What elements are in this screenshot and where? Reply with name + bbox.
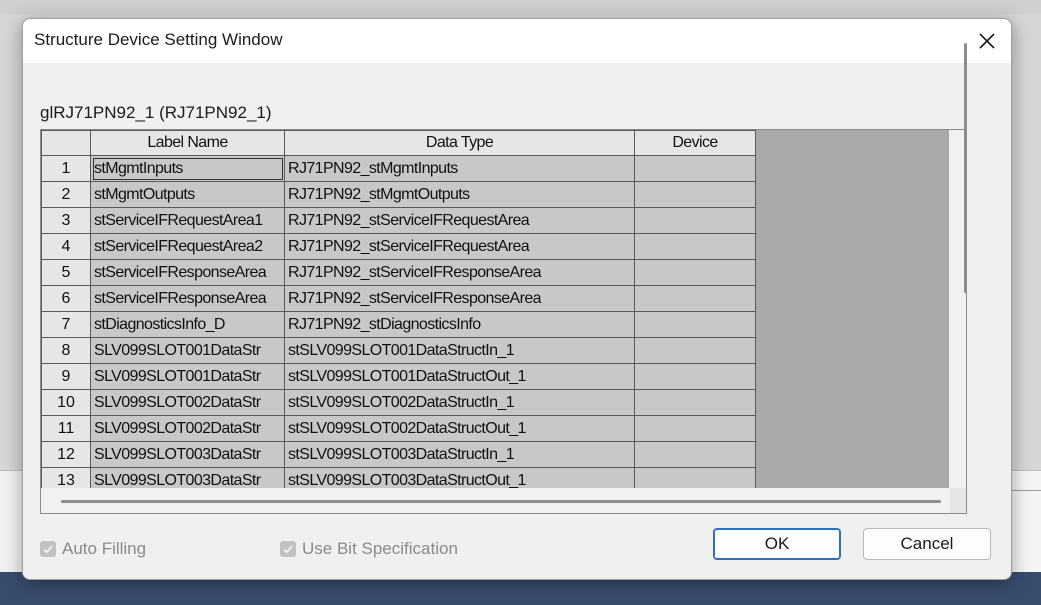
structure-label: glRJ71PN92_1 (RJ71PN92_1) [40,103,272,122]
data-type-cell[interactable]: stSLV099SLOT001DataStructIn_1 [284,337,635,364]
checkmark-icon [283,545,293,554]
grid-viewport: Label Name Data Type Device 1 stMgmtInput… [41,130,966,488]
label-name-cell[interactable]: SLV099SLOT003DataStr [90,441,285,468]
scrollbar-corner [950,488,966,513]
device-table: Label Name Data Type Device 1 stMgmtInput… [41,130,756,488]
data-type-cell[interactable]: stSLV099SLOT003DataStructOut_1 [284,467,635,488]
data-type-cell[interactable]: stSLV099SLOT001DataStructOut_1 [284,363,635,390]
vertical-scroll-thumb[interactable] [964,43,967,293]
device-cell[interactable] [634,155,756,182]
label-name-cell[interactable]: SLV099SLOT001DataStr [90,363,285,390]
table-row[interactable]: 10 SLV099SLOT002DataStr stSLV099SLOT002Dat… [41,389,756,416]
window-title: Structure Device Setting Window [34,30,283,49]
data-type-cell[interactable]: stSLV099SLOT002DataStructIn_1 [284,389,635,416]
label-name-cell[interactable]: stServiceIFResponseArea [90,259,285,286]
auto-filling-label: Auto Filling [62,539,147,558]
auto-filling-option[interactable]: Auto Filling [40,539,146,559]
auto-filling-checkbox[interactable] [40,541,56,557]
table-row[interactable]: 6 stServiceIFResponseArea RJ71PN92_stServi… [41,285,756,312]
device-cell[interactable] [634,415,756,442]
data-type-cell[interactable]: RJ71PN92_stServiceIFResponseArea [284,285,635,312]
label-name-cell[interactable]: SLV099SLOT001DataStr [90,337,285,364]
device-cell[interactable] [634,311,756,338]
data-type-cell[interactable]: RJ71PN92_stDiagnosticsInfo [284,311,635,338]
device-cell[interactable] [634,259,756,286]
label-name-cell[interactable]: stServiceIFResponseArea [90,285,285,312]
use-bit-specification-checkbox[interactable] [280,541,296,557]
table-row[interactable]: 12 SLV099SLOT003DataStr stSLV099SLOT003Dat… [41,441,756,468]
data-type-cell[interactable]: stSLV099SLOT002DataStructOut_1 [284,415,635,442]
device-cell[interactable] [634,285,756,312]
background-divider [1012,490,1041,491]
structure-grid: Label Name Data Type Device 1 stMgmtInput… [40,129,967,514]
device-cell[interactable] [634,337,756,364]
close-button[interactable] [969,23,1005,59]
data-type-cell[interactable]: RJ71PN92_stServiceIFRequestArea [284,233,635,260]
device-cell[interactable] [634,207,756,234]
title-bar[interactable]: Structure Device Setting Window [23,19,1011,63]
row-number: 7 [41,311,91,338]
background-left-panel [0,470,22,573]
table-row[interactable]: 5 stServiceIFResponseArea RJ71PN92_stServi… [41,259,756,286]
table-row[interactable]: 4 stServiceIFRequestArea2 RJ71PN92_stServi… [41,233,756,260]
label-name-cell[interactable]: stServiceIFRequestArea1 [90,207,285,234]
label-name-cell[interactable]: stDiagnosticsInfo_D [90,311,285,338]
label-name-cell[interactable]: stMgmtOutputs [90,181,285,208]
data-type-cell[interactable]: RJ71PN92_stServiceIFRequestArea [284,207,635,234]
row-number: 12 [41,441,91,468]
table-row[interactable]: 3 stServiceIFRequestArea1 RJ71PN92_stServi… [41,207,756,234]
row-number: 13 [41,467,91,488]
row-number: 11 [41,415,91,442]
background-top [0,0,1041,14]
data-type-cell[interactable]: RJ71PN92_stMgmtOutputs [284,181,635,208]
device-cell[interactable] [634,363,756,390]
data-type-cell[interactable]: RJ71PN92_stMgmtInputs [284,155,635,182]
label-name-cell[interactable]: stMgmtInputs [90,155,285,182]
device-cell[interactable] [634,441,756,468]
horizontal-scroll-thumb[interactable] [61,500,941,503]
label-name-cell[interactable]: SLV099SLOT003DataStr [90,467,285,488]
device-cell[interactable] [634,233,756,260]
use-bit-specification-option[interactable]: Use Bit Specification [280,539,458,559]
close-icon [979,33,995,49]
row-number: 5 [41,259,91,286]
ok-button[interactable]: OK [713,528,841,560]
data-type-cell[interactable]: RJ71PN92_stServiceIFResponseArea [284,259,635,286]
table-row[interactable]: 9 SLV099SLOT001DataStr stSLV099SLOT001Data… [41,363,756,390]
row-number: 6 [41,285,91,312]
device-cell[interactable] [634,389,756,416]
table-row[interactable]: 13 SLV099SLOT003DataStr stSLV099SLOT003Dat… [41,467,756,488]
column-header-label-name[interactable]: Label Name [90,130,285,156]
row-number: 8 [41,337,91,364]
header-corner [41,130,91,156]
row-number: 2 [41,181,91,208]
table-row[interactable]: 1 stMgmtInputs RJ71PN92_stMgmtInputs [41,155,756,182]
device-cell[interactable] [634,181,756,208]
table-row[interactable]: 8 SLV099SLOT001DataStr stSLV099SLOT001Data… [41,337,756,364]
table-header-row: Label Name Data Type Device [41,130,756,156]
table-row[interactable]: 2 stMgmtOutputs RJ71PN92_stMgmtOutputs [41,181,756,208]
checkmark-icon [43,545,53,554]
structure-device-setting-dialog: Structure Device Setting Window glRJ71PN… [22,18,1012,580]
cancel-button[interactable]: Cancel [863,528,991,560]
row-number: 9 [41,363,91,390]
column-header-data-type[interactable]: Data Type [284,130,635,156]
table-row[interactable]: 11 SLV099SLOT002DataStr stSLV099SLOT002Dat… [41,415,756,442]
label-name-cell[interactable]: SLV099SLOT002DataStr [90,415,285,442]
data-type-cell[interactable]: stSLV099SLOT003DataStructIn_1 [284,441,635,468]
device-cell[interactable] [634,467,756,488]
row-number: 1 [41,155,91,182]
label-name-cell[interactable]: stServiceIFRequestArea2 [90,233,285,260]
row-number: 4 [41,233,91,260]
background-right-panel [1012,470,1041,576]
label-name-cell[interactable]: SLV099SLOT002DataStr [90,389,285,416]
column-header-device[interactable]: Device [634,130,756,156]
row-number: 3 [41,207,91,234]
table-row[interactable]: 7 stDiagnosticsInfo_D RJ71PN92_stDiagnosti… [41,311,756,338]
row-number: 10 [41,389,91,416]
use-bit-specification-label: Use Bit Specification [302,539,458,558]
